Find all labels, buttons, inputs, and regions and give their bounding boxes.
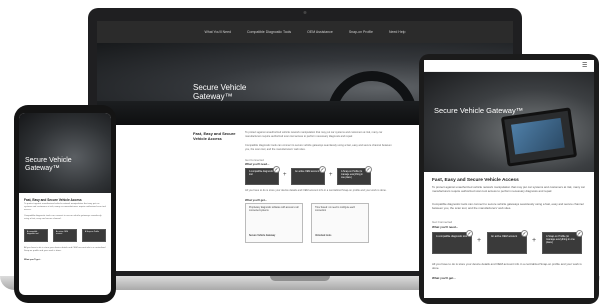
plus-icon: +	[477, 237, 482, 244]
tablet-profile-note: All you have to do is store your device …	[432, 262, 582, 270]
plus-icon: +	[532, 237, 537, 244]
nav-item-oem-assistance[interactable]: OEM Assistance	[307, 30, 333, 34]
laptop-profile-note: All you have to do is store your device …	[245, 189, 387, 192]
benefit-card-time-saved: Time Saved: no need to configure each co…	[311, 203, 369, 243]
nav-item-compatible-tools[interactable]: Compatible Diagnostic Tools	[247, 30, 291, 34]
laptop-intro2: Compatible diagnostic tools can connect …	[245, 144, 392, 151]
step-box-label: A compatible diagnostic tool	[27, 231, 39, 236]
tablet-get-started: Get Connected	[432, 220, 453, 224]
phone-hero-title: Secure Vehicle Gateway™	[25, 157, 72, 172]
step-box-label: A Snap-on Profile (to manage everything …	[546, 235, 575, 245]
benefit-card-footer: Unlocked tools	[315, 235, 332, 237]
tablet: ☰ Secure Vehicle Gateway™ Fast, Easy and…	[419, 54, 599, 304]
nav-item-need-help[interactable]: Need Help	[389, 30, 406, 34]
phone-step-diagnostic-tool: A compatible diagnostic tool	[24, 229, 48, 242]
plus-icon: +	[329, 172, 333, 178]
benefit-card-text: Proprietary diagnostic software with acc…	[249, 207, 299, 212]
device-mockup-stage: What You'll Need Compatible Diagnostic T…	[0, 0, 600, 305]
check-icon: ✓	[319, 166, 326, 173]
phone-heading: Fast, Easy and Secure Vehicle Access	[24, 198, 82, 202]
step-box-diagnostic-tool: A compatible diagnostic tool ✓	[245, 166, 280, 185]
check-icon: ✓	[521, 230, 528, 237]
hamburger-menu-icon[interactable]: ☰	[582, 63, 588, 69]
tablet-step-diagnostic-tool: A compatible diagnostic tool ✓	[432, 230, 473, 254]
benefit-card-footer: Secure Vehicle Gateway	[249, 235, 276, 237]
laptop-nav-bar: What You'll Need Compatible Diagnostic T…	[97, 21, 513, 43]
step-box-label: A Snap-on Profile	[85, 231, 99, 233]
tablet-step-oem-account: An active OEM account ✓	[487, 230, 528, 254]
phone-profile-note: All you have to do is store your device …	[24, 247, 106, 252]
check-icon: ✓	[466, 230, 473, 237]
step-box-oem-account: An active OEM account ✓	[291, 166, 326, 185]
benefit-card-text: Time Saved: no need to configure each co…	[315, 207, 356, 212]
phone-what-you-get: What you'll get...	[24, 259, 42, 261]
tablet-heading: Fast, Easy and Secure Vehicle Access	[432, 178, 519, 183]
phone-intro: To protect against unauthorized vehicle …	[24, 203, 106, 211]
tablet-hero-title: Secure Vehicle Gateway™	[434, 106, 524, 115]
laptop-what-you-need: What you'll need...	[245, 162, 270, 166]
tablet-intro2: Compatible diagnostic tools can connect …	[432, 202, 584, 210]
tablet-intro: To protect against unauthorized vehicle …	[432, 185, 585, 193]
tablet-what-you-get: What you'll get...	[432, 276, 456, 280]
phone-intro2: Compatible diagnostic tools can connect …	[24, 215, 102, 220]
step-box-snapon-profile: A Snap-on Profile (to manage everything …	[337, 166, 372, 185]
laptop-trackpad-notch	[270, 276, 330, 281]
tablet-top-bar: ☰	[424, 60, 594, 72]
tablet-step-snapon-profile: A Snap-on Profile (to manage everything …	[542, 230, 583, 254]
phone-step-oem-account: An active OEM account	[53, 229, 77, 242]
phone-step-snapon-profile: A Snap-on Profile	[82, 229, 106, 242]
nav-item-snapon-profile[interactable]: Snap-on Profile	[349, 30, 373, 34]
laptop-what-you-get: What you'll get...	[245, 198, 268, 202]
phone: Secure Vehicle Gateway™ Fast, Easy and S…	[14, 105, 116, 303]
laptop-hero-title: Secure Vehicle Gateway™	[193, 83, 247, 101]
benefit-card-software: Proprietary diagnostic software with acc…	[245, 203, 303, 243]
check-icon: ✓	[273, 166, 280, 173]
tablet-what-you-need: What you'll need...	[432, 225, 459, 229]
phone-hero-image: Secure Vehicle Gateway™	[19, 113, 111, 193]
laptop-heading: Fast, Easy and Secure Vehicle Access	[193, 131, 236, 141]
step-box-label: An active OEM account	[56, 231, 68, 236]
nav-item-what-you-need[interactable]: What You'll Need	[204, 30, 231, 34]
laptop-intro: To protect against unauthorized vehicle …	[245, 131, 383, 138]
laptop-camera	[303, 11, 307, 14]
phone-screen: Secure Vehicle Gateway™ Fast, Easy and S…	[19, 113, 111, 295]
diagnostic-tool-graphic	[500, 107, 578, 167]
plus-icon: +	[283, 172, 287, 178]
tablet-screen: ☰ Secure Vehicle Gateway™ Fast, Easy and…	[424, 60, 594, 298]
check-icon: ✓	[576, 230, 583, 237]
diagnostic-tool-screen	[511, 117, 565, 155]
check-icon: ✓	[365, 166, 372, 173]
tablet-hero-image: Secure Vehicle Gateway™	[424, 72, 594, 172]
